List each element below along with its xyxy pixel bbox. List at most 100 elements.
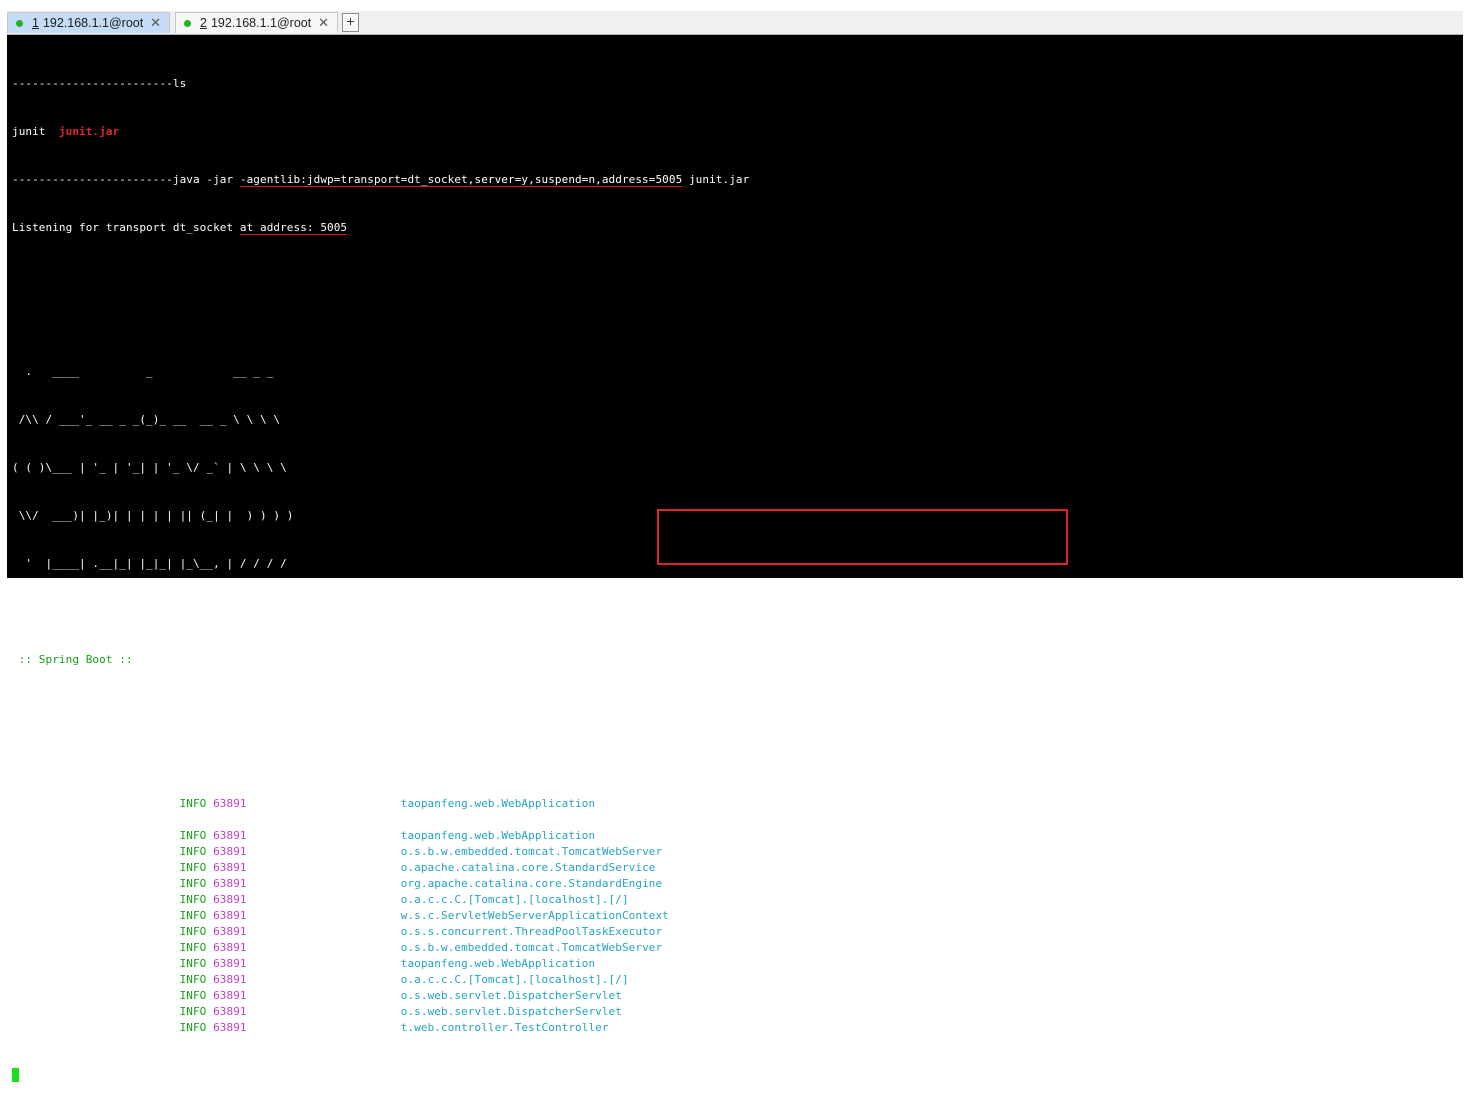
- tab-session-1[interactable]: 1 192.168.1.1@root ✕: [7, 12, 170, 33]
- log-pid: 63891: [213, 1005, 247, 1018]
- spacer: :: [668, 1021, 689, 1034]
- log-thread: [nio-8080-exec-1]: [280, 973, 395, 986]
- log-line-wrap: nit.jar started by root in /linux): [12, 813, 240, 826]
- log-message: Root WebApplicationContext: initializati…: [689, 909, 1112, 922]
- spacer: :: [668, 829, 689, 842]
- log-message: No active profile set, falling back to d…: [689, 829, 1118, 842]
- log-level: INFO: [179, 1005, 207, 1018]
- log-thread: [nio-8080-exec-1]: [280, 989, 395, 1002]
- spacer: :: [668, 1005, 689, 1018]
- spacer: :: [668, 941, 689, 954]
- log-message: Initializing ExecutorService 'applicatio…: [689, 925, 1051, 938]
- banner-line: ( ( )\___ | '_ | '_| | '_ \/ _` | \ \ \ …: [12, 461, 287, 474]
- log-thread: [ main]: [280, 877, 395, 890]
- tab-title: 192.168.1.1@root: [210, 16, 312, 30]
- log-thread: [ main]: [280, 845, 395, 858]
- spring-boot-version-line: :: Spring Boot :: (v2.3.1.RELEASE): [12, 652, 1279, 668]
- tab-number: 2: [200, 16, 207, 30]
- log-logger: org.apache.catalina.core.StandardEngine: [400, 877, 669, 890]
- command-java-agent: -agentlib:jdwp=transport=dt_socket,serve…: [239, 173, 683, 187]
- spring-boot-version: (v2.3.1.RELEASE): [139, 653, 294, 666]
- log-message: Started WebApplication in 9.429 seconds …: [689, 957, 1118, 970]
- log-level: INFO: [179, 893, 207, 906]
- log-thread: [ main]: [280, 925, 395, 938]
- terminal-output[interactable]: ------------------------ls junit junit.j…: [7, 35, 1463, 1082]
- spacer: ---: [246, 925, 281, 938]
- spacer: ---: [246, 893, 281, 906]
- terminal-line: ------------------------ls: [12, 76, 1279, 92]
- spacer: :: [668, 973, 689, 986]
- log-level: INFO: [179, 957, 207, 970]
- banner-line: ' |____| .__|_| |_|_| |_\__, | / / / /: [12, 557, 287, 570]
- command-ls: ls: [172, 77, 187, 90]
- log-line: 2020-12-09 22:10:13.521 INFO 63891 --- […: [12, 908, 1279, 924]
- tab-bar: 1 192.168.1.1@root ✕ 2 192.168.1.1@root …: [7, 11, 1463, 35]
- log-timestamp: 2020-12-09 22:10:13.521: [12, 909, 167, 922]
- log-level: INFO: [179, 973, 207, 986]
- log-line: 2020-12-09 22:10:09.053 INFO 63891 --- […: [12, 828, 1279, 844]
- log-level: INFO: [179, 829, 207, 842]
- log-line: 2020-12-09 22:10:16.043 INFO 63891 --- […: [12, 924, 1279, 940]
- log-line: 2020-12-09 22:10:49.925 INFO 63891 --- […: [12, 988, 1279, 1004]
- log-timestamp: 2020-12-09 22:10:16.853: [12, 957, 167, 970]
- log-level: INFO: [179, 877, 207, 890]
- log-message: >>>>>>>>> 进入方法 hello . . . null: [689, 1021, 915, 1034]
- banner-line: . ____ _ __ _ _: [12, 365, 274, 378]
- new-tab-button[interactable]: +: [342, 13, 359, 32]
- spacer: ---: [246, 877, 281, 890]
- log-logger: o.s.b.w.embedded.tomcat.TomcatWebServer: [400, 941, 669, 954]
- spacer: :: [668, 861, 689, 874]
- log-pid: 63891: [213, 957, 247, 970]
- log-timestamp: 2020-12-09 22:10:49.925: [12, 989, 167, 1002]
- terminal-line: Listening for transport dt_socket at add…: [12, 220, 1279, 236]
- log-logger: o.s.web.servlet.DispatcherServlet: [400, 989, 669, 1002]
- banner-line: \\/ ___)| |_)| | | | | || (_| | ) ) ) ): [12, 509, 294, 522]
- log-level: INFO: [179, 909, 207, 922]
- log-thread: [ main]: [280, 829, 395, 842]
- spacer: :: [668, 957, 689, 970]
- terminal-line: ------------------------java -jar -agent…: [12, 172, 1279, 188]
- log-level: INFO: [179, 989, 207, 1002]
- log-logger: t.web.controller.TestController: [400, 1021, 669, 1034]
- listening-address: at address: 5005: [239, 221, 348, 235]
- spacer: ---: [246, 989, 281, 1002]
- log-message: Completed initialization in 23 ms: [689, 1005, 911, 1018]
- log-logger: o.apache.catalina.core.StandardService: [400, 861, 669, 874]
- spacer: ---: [246, 973, 281, 986]
- log-line: 2020-12-09 22:10:13.146 INFO 63891 --- […: [12, 844, 1279, 860]
- close-tab-icon[interactable]: ✕: [318, 15, 329, 31]
- command-java: java -jar: [172, 173, 240, 186]
- log-lines: 2020-12-09 22:10:09.029 INFO 63891 --- […: [12, 796, 1279, 1036]
- highlight-box: [657, 509, 1068, 565]
- connected-status-icon: [184, 19, 191, 27]
- log-line: 2020-12-09 22:10:13.214 INFO 63891 --- […: [12, 860, 1279, 876]
- banner-line: /\\ / ___'_ __ _ _(_)_ __ __ _ \ \ \ \: [12, 413, 281, 426]
- connected-status-icon: [16, 19, 23, 27]
- tab-session-2[interactable]: 2 192.168.1.1@root ✕: [175, 12, 338, 33]
- log-line: 2020-12-09 22:10:49.948 INFO 63891 --- […: [12, 1004, 1279, 1020]
- log-timestamp: 2020-12-09 22:10:13.520: [12, 893, 167, 906]
- log-pid: 63891: [213, 973, 247, 986]
- log-thread: [nio-8080-exec-1]: [280, 1021, 395, 1034]
- log-logger: o.a.c.c.C.[Tomcat].[localhost].[/]: [400, 973, 669, 986]
- close-tab-icon[interactable]: ✕: [150, 15, 161, 31]
